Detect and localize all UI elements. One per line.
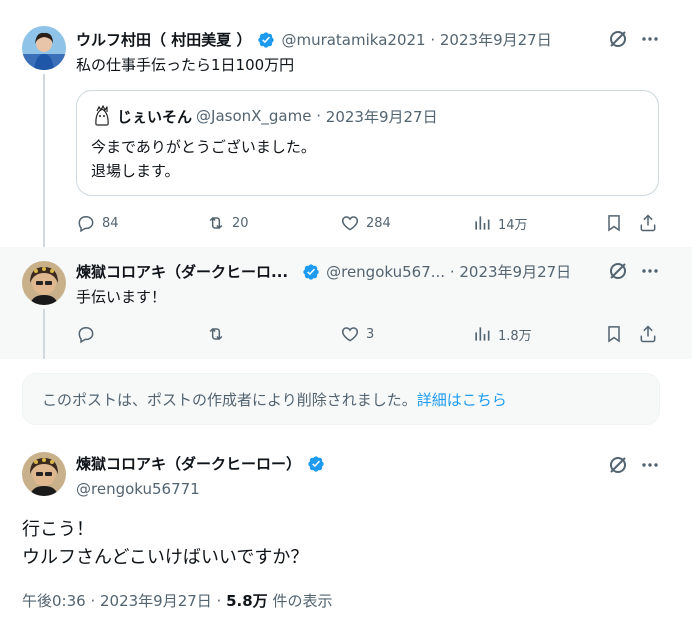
- quote-handle: @JasonX_game: [196, 107, 312, 125]
- timestamp[interactable]: 2023年9月27日: [459, 261, 571, 282]
- reply-icon: [78, 216, 94, 233]
- views-button[interactable]: 1.8万: [472, 323, 532, 345]
- display-name[interactable]: ウルフ村田（ 村田美夏 ）: [76, 29, 251, 50]
- main-tweet-text: 行こう！ ウルフさんどこいけばいいですか？: [22, 516, 308, 572]
- handle[interactable]: @rengoku567...: [326, 263, 445, 281]
- bookmark-icon: [608, 326, 620, 343]
- bookmark-button[interactable]: [604, 323, 630, 345]
- repost-icon: [209, 327, 223, 341]
- handle[interactable]: @rengoku56771: [76, 480, 331, 498]
- bookmark-icon: [608, 215, 620, 232]
- action-bar: 84 20 284 14万: [76, 212, 661, 234]
- thread-connector: [43, 309, 45, 359]
- quote-display-name: じぇいそん: [117, 107, 193, 126]
- share-icon: [640, 214, 656, 232]
- reply-count: 84: [102, 215, 119, 231]
- grok-icon[interactable]: [608, 455, 628, 479]
- deleted-post-notice: このポストは、ポストの作成者により削除されました。 詳細はこちら: [22, 373, 660, 425]
- tweet-text: 私の仕事手伝ったら1日100万円: [76, 56, 295, 74]
- tweet-header: ウルフ村田（ 村田美夏 ） @muratamika2021 · 2023年9月2…: [76, 29, 552, 50]
- bookmark-button[interactable]: [604, 212, 630, 234]
- share-button[interactable]: [638, 212, 664, 234]
- share-icon: [640, 325, 656, 343]
- separator: ·: [445, 262, 460, 281]
- repost-button[interactable]: 20: [206, 212, 249, 234]
- like-icon: [341, 216, 359, 231]
- handle[interactable]: @muratamika2021: [281, 31, 425, 49]
- like-count: 3: [366, 326, 375, 342]
- verified-badge-icon: [302, 263, 320, 281]
- avatar[interactable]: [22, 26, 66, 70]
- avatar[interactable]: [22, 261, 66, 305]
- more-icon[interactable]: [640, 261, 660, 285]
- quote-text-line: 今までありがとうございました。: [91, 138, 316, 156]
- avatar[interactable]: [22, 452, 66, 496]
- main-tweet-line: 行こう！: [22, 519, 94, 540]
- views-button[interactable]: 14万: [472, 212, 528, 234]
- action-bar: 3 1.8万: [76, 323, 661, 345]
- thread-tweet-2[interactable]: 煉獄コロアキ（ダークヒーロ... @rengoku567... · 2023年9…: [0, 247, 692, 359]
- reply-button[interactable]: [76, 323, 102, 345]
- grok-icon[interactable]: [608, 29, 628, 53]
- more-icon[interactable]: [640, 29, 660, 53]
- views-count: 5.8万: [226, 592, 268, 610]
- main-tweet-meta: 午後0:36 · 2023年9月27日 · 5.8万 件の表示: [22, 590, 332, 611]
- separator: ·: [311, 107, 326, 125]
- like-button[interactable]: 284: [340, 212, 391, 234]
- quote-timestamp: 2023年9月27日: [325, 107, 438, 126]
- separator: ·: [425, 30, 440, 49]
- reply-icon: [78, 327, 94, 344]
- learn-more-link[interactable]: 詳細はこちら: [417, 389, 507, 410]
- quoted-tweet[interactable]: じぇいそん @JasonX_game · 2023年9月27日 今までありがとう…: [76, 90, 659, 196]
- views-count: 14万: [498, 217, 528, 233]
- share-button[interactable]: [638, 323, 664, 345]
- repost-count: 20: [232, 215, 249, 231]
- verified-badge-icon: [307, 455, 325, 473]
- tweet-text: 手伝います！: [76, 288, 167, 306]
- repost-icon: [209, 216, 223, 230]
- like-button[interactable]: 3: [340, 323, 374, 345]
- quote-text-line: 退場します。: [91, 162, 180, 180]
- reply-button[interactable]: 84: [76, 212, 119, 234]
- views-label: 件の表示: [267, 592, 333, 610]
- views-icon: [475, 216, 490, 230]
- main-tweet-line: ウルフさんどこいけばいいですか？: [22, 547, 309, 568]
- views-icon: [475, 327, 490, 341]
- like-count: 284: [366, 215, 391, 231]
- display-name[interactable]: 煉獄コロアキ（ダークヒーロー）: [76, 453, 301, 474]
- quote-avatar: [91, 105, 113, 127]
- more-icon[interactable]: [640, 455, 660, 479]
- thread-connector: [43, 74, 45, 247]
- deleted-notice-text: このポストは、ポストの作成者により削除されました。: [42, 390, 417, 409]
- verified-badge-icon: [257, 31, 275, 49]
- tweet-header: 煉獄コロアキ（ダークヒーロ... @rengoku567... · 2023年9…: [76, 261, 571, 282]
- timestamp[interactable]: 午後0:36 · 2023年9月27日 ·: [22, 592, 226, 610]
- repost-button[interactable]: [206, 323, 232, 345]
- views-count: 1.8万: [498, 328, 532, 344]
- like-icon: [341, 327, 359, 342]
- thread-tweet-1[interactable]: ウルフ村田（ 村田美夏 ） @muratamika2021 · 2023年9月2…: [0, 0, 692, 247]
- main-tweet-header: 煉獄コロアキ（ダークヒーロー） @rengoku56771: [76, 453, 331, 498]
- timestamp[interactable]: 2023年9月27日: [440, 29, 552, 50]
- grok-icon[interactable]: [608, 261, 628, 285]
- display-name[interactable]: 煉獄コロアキ（ダークヒーロ...: [76, 261, 288, 282]
